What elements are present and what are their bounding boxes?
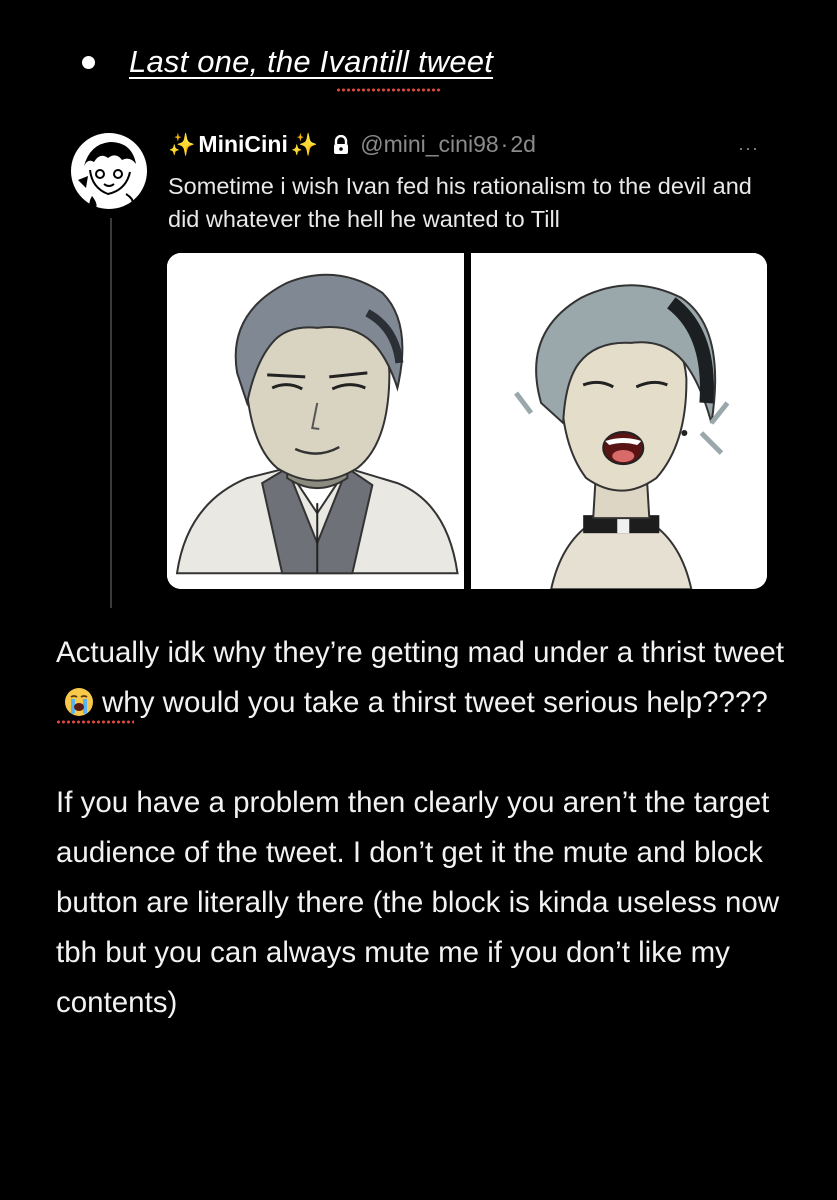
avatar[interactable] <box>70 130 148 212</box>
ivantill-tweet-link[interactable]: Last one, the Ivantill tweet <box>129 44 493 80</box>
tweet-media-grid <box>167 253 767 589</box>
post-body: Actually idk why they’re getting mad und… <box>56 628 796 1028</box>
more-icon[interactable]: ··· <box>738 138 759 159</box>
spellcheck-underline-thrist <box>56 720 134 724</box>
sparkle-left-icon: ✨ <box>168 131 196 157</box>
header-separator: · <box>500 131 509 157</box>
loudly-crying-face-emoji-icon <box>64 683 94 716</box>
bullet-dot-icon <box>82 55 95 69</box>
paragraph-2: If you have a problem then clearly you a… <box>56 786 780 1019</box>
lock-icon <box>332 134 350 154</box>
thread-line <box>110 218 112 608</box>
media-image-till[interactable] <box>470 253 767 589</box>
tweet-text: Sometime i wish Ivan fed his rationalism… <box>168 173 752 232</box>
bullet-row: Last one, the Ivantill tweet <box>82 44 493 80</box>
user-handle[interactable]: @mini_cini98 <box>360 131 498 158</box>
sparkle-right-icon: ✨ <box>290 131 319 157</box>
display-name[interactable]: MiniCini <box>198 131 287 158</box>
tweet-timestamp[interactable]: 2d <box>510 131 536 158</box>
media-image-ivan[interactable] <box>167 253 464 589</box>
paragraph-1-part-1: Actually idk why they’re getting mad und… <box>56 636 785 669</box>
tweet-header: ✨ MiniCini ✨ @mini_cini98 · 2d <box>168 131 536 158</box>
paragraph-1: Actually idk why they’re getting mad und… <box>56 628 796 728</box>
paragraph-1-part-2: why would you take a thirst tweet seriou… <box>102 686 768 719</box>
spellcheck-underline <box>336 88 442 92</box>
